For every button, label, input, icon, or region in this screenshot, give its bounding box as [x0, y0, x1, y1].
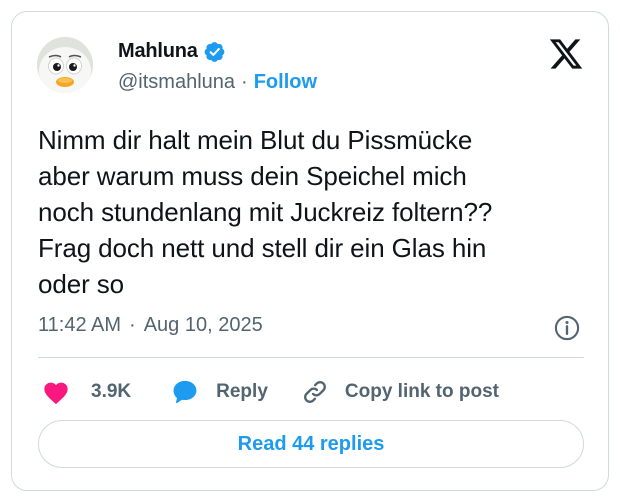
info-icon[interactable] — [553, 314, 581, 342]
tweet-date: Aug 10, 2025 — [143, 314, 263, 336]
tweet-card: Mahluna @itsmahluna · Follow Nimm dir ha… — [11, 11, 609, 491]
copy-link-button[interactable]: Copy link to post — [301, 378, 499, 406]
tweet-text-line: oder so — [38, 269, 125, 299]
tweet-text: Nimm dir halt mein Blut du Pissmücke abe… — [38, 122, 598, 302]
heart-icon — [42, 379, 70, 405]
author-handle-row: @itsmahluna · Follow — [118, 71, 317, 94]
avatar[interactable] — [37, 37, 93, 93]
action-bar: 3.9K Reply Copy link to post — [38, 372, 499, 412]
divider — [38, 357, 584, 358]
verified-badge-icon — [204, 41, 226, 63]
tweet-text-line: Nimm dir halt mein Blut du Pissmücke — [38, 125, 473, 155]
read-replies-button[interactable]: Read 44 replies — [38, 420, 584, 468]
tweet-text-line: Frag doch nett und stell dir ein Glas hi… — [38, 233, 487, 263]
speech-bubble-icon — [171, 378, 199, 406]
author-display-name[interactable]: Mahluna — [118, 40, 198, 63]
follow-button[interactable]: Follow — [254, 71, 317, 94]
tweet-text-line: noch stundenlang mit Juckreiz foltern?? — [38, 197, 493, 227]
tweet-text-line: aber warum muss dein Speichel mich — [38, 161, 467, 191]
handle-separator: · — [241, 71, 248, 93]
like-count: 3.9K — [91, 381, 132, 402]
author-handle[interactable]: @itsmahluna — [118, 71, 235, 94]
author-name-row: Mahluna — [118, 40, 226, 63]
reply-label: Reply — [216, 381, 268, 402]
timestamp-separator: · — [129, 314, 136, 336]
link-icon — [301, 378, 329, 406]
like-button[interactable]: 3.9K — [42, 379, 131, 405]
copy-link-label: Copy link to post — [344, 381, 499, 402]
reply-button[interactable]: Reply — [171, 378, 268, 406]
read-replies-label: Read 44 replies — [237, 432, 385, 455]
tweet-time: 11:42 AM — [38, 314, 122, 336]
tweet-timestamp[interactable]: 11:42 AM · Aug 10, 2025 — [38, 314, 263, 337]
x-logo-icon[interactable] — [548, 36, 584, 72]
avatar-image — [37, 37, 93, 93]
